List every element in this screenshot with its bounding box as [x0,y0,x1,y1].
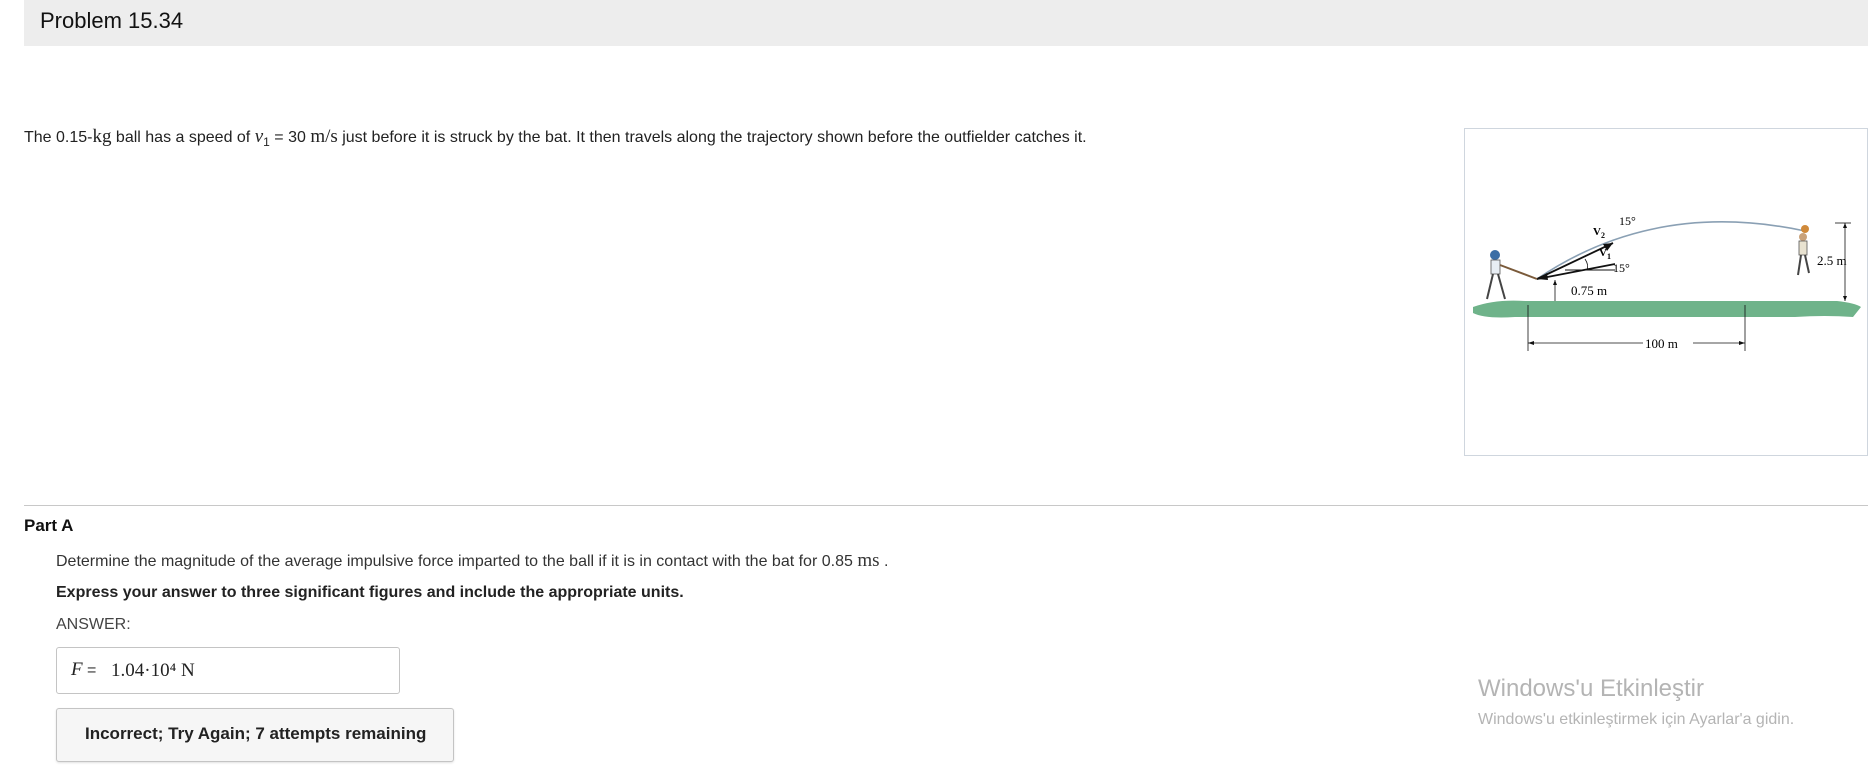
ground-strip [1473,300,1861,318]
question-unit: ms [857,550,880,571]
mass-unit: kg [92,126,112,147]
speed-variable: v [254,126,264,147]
problem-header: Problem 15.34 [24,0,1868,46]
part-a-question: Determine the magnitude of the average i… [56,550,888,572]
outfielder-figure [1797,225,1810,276]
part-a-title: Part A [24,516,74,535]
left-height-label: 0.75 m [1571,283,1607,298]
watermark-line-2: Windows'u etkinleştirmek için Ayarlar'a … [1478,711,1795,728]
feedback-text: Incorrect; Try Again; 7 attempts remaini… [85,724,427,743]
trajectory-diagram: V2 V1 15° 15° 0.75 m 2.5 m 100 m [1473,214,1861,351]
feedback-message: Incorrect; Try Again; 7 attempts remaini… [56,708,454,762]
answer-label: ANSWER: [56,616,131,633]
problem-statement: The 0.15-kg ball has a speed of v1 = 30 … [24,126,1087,149]
section-divider [24,505,1868,506]
statement-text-1: The 0.15- [24,129,93,146]
windows-activation-watermark: Windows'u Etkinleştir Windows'u etkinleş… [1478,675,1794,729]
speed-unit: m/s [310,126,338,147]
problem-figure[interactable]: V2 V1 15° 15° 0.75 m 2.5 m 100 m [1464,128,1868,456]
answer-value: 1.04·10⁴ N [111,660,195,681]
angle-arc [1584,258,1589,271]
question-end: . [879,553,889,570]
statement-text-3: just before it is struck by the bat. It … [337,129,1087,146]
problem-title: Problem 15.34 [40,8,184,33]
angle-top-label: 15° [1619,214,1636,228]
answer-field[interactable]: F = 1.04·10⁴ N [56,647,400,694]
statement-equals: = 30 [269,129,311,146]
right-height-label: 2.5 m [1817,253,1847,268]
question-text: Determine the magnitude of the average i… [56,553,858,570]
answer-instruction: Express your answer to three significant… [56,584,684,601]
v1-arrowhead [1537,273,1548,280]
v1-label: V1 [1599,247,1611,261]
angle-bottom-label: 15° [1613,261,1630,275]
speed-subscript: 1 [263,135,270,150]
v2-label: V2 [1593,226,1605,240]
distance-label: 100 m [1645,336,1678,351]
batter-figure [1486,250,1538,300]
statement-text-2: ball has a speed of [111,129,255,146]
watermark-line-1: Windows'u Etkinleştir [1478,675,1704,702]
answer-variable: F = [71,659,97,680]
